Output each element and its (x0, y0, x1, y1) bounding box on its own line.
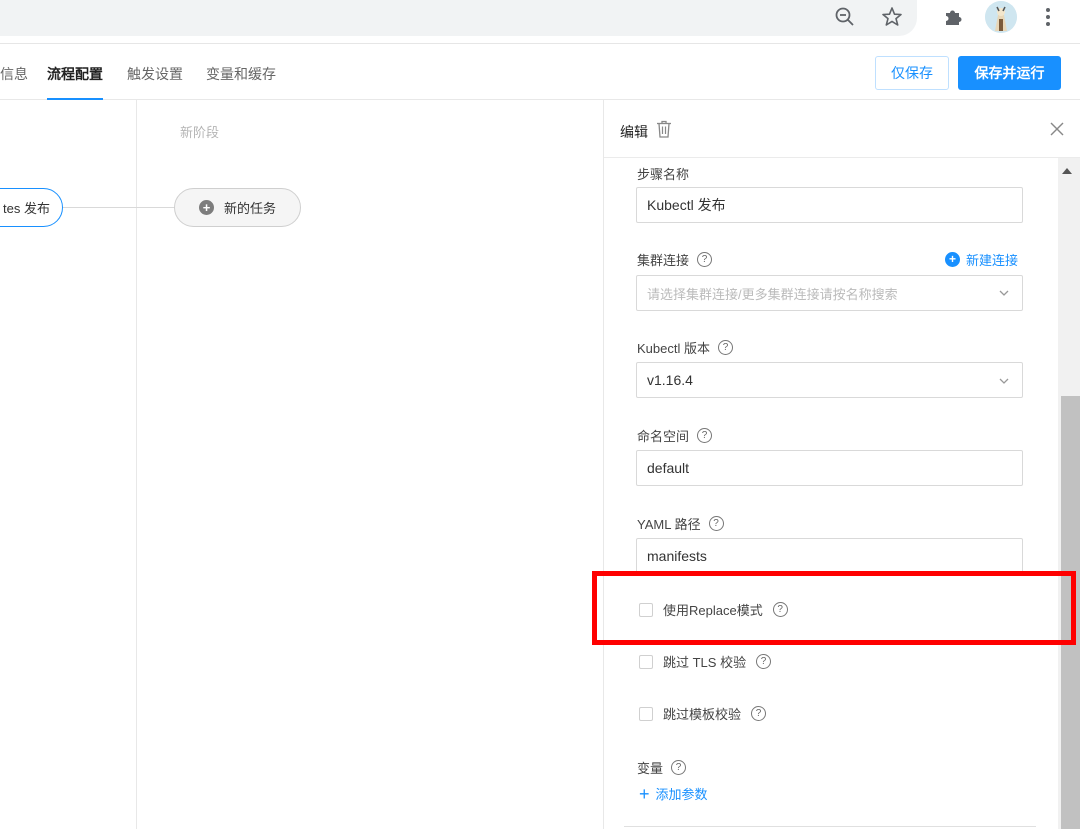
kubectl-version-select[interactable]: v1.16.4 (636, 362, 1023, 398)
pipeline-canvas: 新阶段 tes 发布 + 新的任务 (0, 100, 603, 829)
job-node-label: tes 发布 (3, 201, 50, 216)
more-menu-icon[interactable] (1035, 4, 1061, 30)
edit-panel: 编辑 步骤名称 Kubectl 发布 集群连接 ? + 新建连接 请选择集群连接… (603, 100, 1080, 829)
form-bottom-divider (624, 826, 1036, 827)
add-parameter-button[interactable]: + 添加参数 (639, 784, 708, 803)
save-and-run-button[interactable]: 保存并运行 (958, 56, 1061, 90)
chevron-down-icon (998, 374, 1010, 386)
namespace-label: 命名空间 ? (637, 426, 713, 445)
panel-header: 编辑 (604, 100, 1080, 158)
extensions-puzzle-icon[interactable] (940, 4, 966, 30)
kubectl-version-label: Kubectl 版本 ? (637, 338, 733, 357)
plus-icon: + (639, 783, 650, 804)
help-icon[interactable]: ? (708, 516, 724, 531)
new-stage-label[interactable]: 新阶段 (180, 122, 219, 141)
panel-title: 编辑 (620, 124, 648, 140)
chevron-down-icon (998, 287, 1010, 299)
zoom-out-icon[interactable] (832, 4, 858, 30)
help-icon[interactable]: ? (671, 760, 687, 775)
step-name-input[interactable]: Kubectl 发布 (636, 187, 1023, 223)
tab-trigger-settings[interactable]: 触发设置 (127, 64, 183, 84)
profile-avatar[interactable] (985, 1, 1017, 33)
stage-connector (62, 207, 176, 208)
new-task-label: 新的任务 (224, 201, 277, 216)
bookmark-star-icon[interactable] (879, 4, 905, 30)
edit-form: 步骤名称 Kubectl 发布 集群连接 ? + 新建连接 请选择集群连接/更多… (604, 158, 1054, 829)
checkbox-box[interactable] (639, 706, 653, 721)
cluster-select[interactable]: 请选择集群连接/更多集群连接请按名称搜索 (636, 275, 1023, 311)
step-name-label: 步骤名称 (637, 167, 690, 182)
app-header: 信息 流程配置 触发设置 变量和缓存 仅保存 保存并运行 (0, 44, 1080, 100)
help-icon[interactable]: ? (756, 654, 772, 669)
tab-pipeline-config[interactable]: 流程配置 (47, 64, 103, 84)
help-icon[interactable]: ? (717, 340, 733, 355)
skip-template-check-checkbox[interactable]: 跳过模板校验 ? (639, 704, 767, 723)
save-only-button[interactable]: 仅保存 (875, 56, 949, 90)
scroll-up-arrow-icon[interactable] (1062, 168, 1072, 174)
tab-variables-cache[interactable]: 变量和缓存 (206, 64, 276, 84)
help-icon[interactable]: ? (751, 706, 767, 721)
new-connection-link[interactable]: + 新建连接 (945, 250, 1018, 269)
stage-divider (136, 100, 137, 829)
job-node[interactable]: tes 发布 (0, 188, 63, 227)
browser-toolbar (0, 0, 1080, 44)
address-bar[interactable] (0, 0, 917, 36)
checkbox-box[interactable] (639, 654, 653, 669)
trash-icon[interactable] (656, 120, 672, 138)
help-icon[interactable]: ? (697, 428, 713, 443)
new-task-button[interactable]: + 新的任务 (174, 188, 301, 227)
yaml-path-label: YAML 路径 ? (637, 514, 724, 533)
skip-tls-checkbox[interactable]: 跳过 TLS 校验 ? (639, 652, 772, 671)
cluster-label: 集群连接 ? (637, 250, 713, 269)
help-icon[interactable]: ? (697, 252, 713, 267)
yaml-path-input[interactable]: manifests (636, 538, 1023, 574)
highlight-box (592, 571, 1076, 645)
tab-basic-info[interactable]: 信息 (0, 64, 28, 84)
add-circle-icon: + (199, 200, 214, 215)
namespace-input[interactable]: default (636, 450, 1023, 486)
close-icon[interactable] (1048, 120, 1066, 138)
variables-label: 变量 ? (637, 758, 687, 777)
add-circle-icon: + (945, 252, 960, 267)
